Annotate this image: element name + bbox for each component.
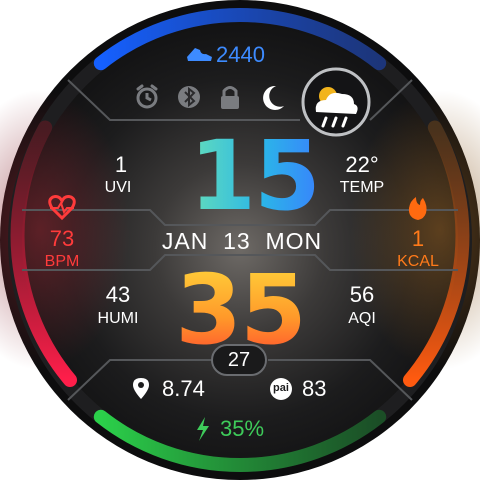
minute-digits: 35 [155, 262, 325, 362]
aqi-value: 56 [349, 282, 375, 307]
bluetooth-icon [178, 86, 200, 108]
distance-value: 8.74 [162, 376, 205, 401]
temp-label: TEMP [339, 179, 385, 196]
pai-badge-label: pai [273, 382, 289, 394]
heart-rate-value: 73 [49, 226, 75, 251]
temp-value: 22° [345, 152, 379, 177]
heart-rate-label: BPM [44, 253, 80, 270]
hour-digits: 15 [179, 128, 329, 228]
humidity-label: HUMI [97, 310, 139, 327]
calories-value: 1 [411, 226, 425, 251]
humidity-value: 43 [105, 282, 131, 307]
seconds-value: 27 [227, 349, 251, 371]
uvi-value: 1 [114, 152, 128, 177]
battery-value: 35% [220, 416, 265, 441]
aqi-label: AQI [348, 310, 376, 327]
calories-label: KCAL [397, 253, 439, 270]
steps-value: 2440 [216, 42, 265, 67]
uvi-label: UVI [104, 179, 132, 196]
date-text: JAN 13 MON [161, 228, 323, 254]
pai-value: 83 [302, 376, 327, 401]
